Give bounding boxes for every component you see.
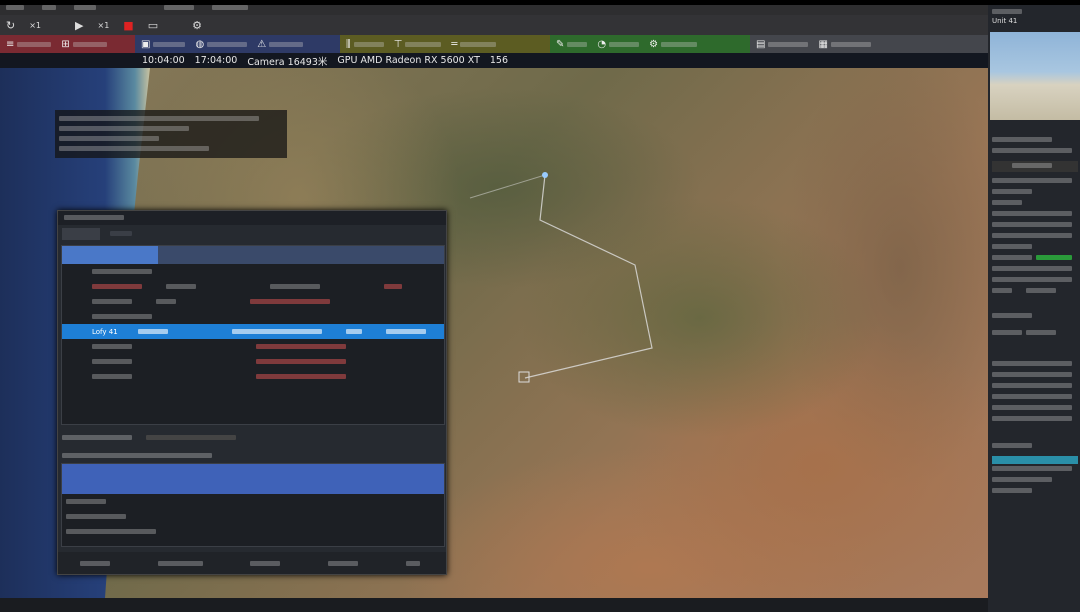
ribbon-button[interactable]: ⊞ <box>61 39 110 50</box>
dialog-button[interactable] <box>157 560 203 566</box>
unit-count: 156 <box>489 55 509 66</box>
panel-title: Unit 41 <box>992 17 1018 25</box>
table-header <box>62 246 444 264</box>
table-row-selected[interactable]: Lofy 41 <box>62 324 444 339</box>
ribbon-group-blue: ▣ ◍ ⚠ <box>135 35 340 53</box>
table-row[interactable] <box>62 509 444 524</box>
route-line <box>469 174 546 199</box>
ribbon-group-olive: ⫼ ⊤ ═ <box>340 35 550 53</box>
speed-label: ×1 <box>29 20 42 30</box>
dialog-button[interactable] <box>79 560 110 566</box>
progress-bar <box>992 456 1078 464</box>
panel-button[interactable] <box>992 288 1012 293</box>
ribbon-button[interactable]: ⚙ <box>649 39 701 50</box>
table-row[interactable] <box>62 339 444 354</box>
menu-item[interactable] <box>164 5 194 10</box>
panel-button[interactable] <box>1026 288 1056 293</box>
sim-toolbar: ↻ ×1 ▶ ×1 ■ ▭ ⚙ <box>0 15 988 35</box>
table-row[interactable] <box>62 279 444 294</box>
table-row[interactable] <box>62 309 444 324</box>
unit-detail-panel: Unit 41 <box>988 5 1080 612</box>
menu-item[interactable] <box>6 5 24 10</box>
table-row[interactable] <box>62 369 444 384</box>
list-icon: ≡ <box>6 38 15 50</box>
document-icon: ▤ <box>756 38 766 50</box>
ribbon-group-gray: ▤ ▦ <box>750 35 988 53</box>
network-icon: ⚠ <box>257 38 267 50</box>
ruler-icon: ═ <box>451 38 458 50</box>
ribbon-button[interactable]: ▣ <box>141 39 189 50</box>
sim-time: 10:04:00 <box>142 55 185 66</box>
unit-dialog: Lofy 41 <box>57 210 447 575</box>
dialog-title <box>58 211 446 225</box>
menu-item[interactable] <box>212 5 248 10</box>
ribbon-button[interactable]: ▤ <box>756 39 812 50</box>
unit-marker <box>542 172 548 178</box>
table-icon: ▦ <box>818 38 828 50</box>
dialog-button[interactable] <box>250 560 281 566</box>
chart-icon: ⫼ <box>346 38 351 50</box>
ribbon-button[interactable]: ◔ <box>597 39 643 50</box>
dialog-buttons <box>58 552 446 574</box>
ribbon-group-red: ≡ ⊞ <box>0 35 135 53</box>
bottom-bar <box>0 598 988 612</box>
ribbon-button[interactable]: ⊤ <box>394 39 446 50</box>
route-line <box>524 174 653 379</box>
play-icon[interactable]: ▶ <box>75 19 83 32</box>
panel-tab[interactable] <box>992 330 1022 335</box>
ribbon-button[interactable]: ≡ <box>6 39 55 50</box>
pie-icon: ◔ <box>597 38 607 50</box>
window-icon: ▣ <box>141 38 151 50</box>
ribbon-button[interactable]: ⫼ <box>346 39 388 50</box>
dialog-tab[interactable] <box>104 228 142 240</box>
table-row[interactable] <box>62 294 444 309</box>
table-row[interactable] <box>62 264 444 279</box>
dialog-button[interactable] <box>406 560 421 566</box>
pen-icon: ✎ <box>556 38 565 50</box>
grid-icon: ⊞ <box>61 38 70 50</box>
menu-bar <box>0 5 988 15</box>
ribbon-button[interactable]: ▦ <box>818 39 874 50</box>
dialog-tab[interactable] <box>62 228 100 240</box>
unit-photo <box>990 32 1080 120</box>
ribbon-button[interactable]: ═ <box>451 39 500 50</box>
table-row[interactable] <box>62 354 444 369</box>
monitor-icon[interactable]: ▭ <box>148 19 158 32</box>
table-row[interactable] <box>62 524 444 539</box>
unit-table: Lofy 41 <box>61 245 445 425</box>
unit-attributes <box>992 135 1078 497</box>
path-label <box>62 451 216 461</box>
settings-icon: ⚙ <box>649 38 659 50</box>
reset-icon[interactable]: ↻ <box>6 19 15 32</box>
filter-checkbox[interactable] <box>62 433 240 445</box>
panel-header <box>988 5 1080 16</box>
gpu-info: GPU AMD Radeon RX 5600 XT <box>337 55 480 66</box>
ribbon-button[interactable]: ⚠ <box>257 39 307 50</box>
speed-step-label[interactable]: ×1 <box>97 21 109 30</box>
panel-tab[interactable] <box>1026 330 1056 335</box>
ribbon-button[interactable]: ◍ <box>195 39 251 50</box>
local-time: 17:04:00 <box>194 55 238 66</box>
ribbon: ≡ ⊞ ▣ ◍ ⚠ ⫼ ⊤ ═ ✎ ◔ ⚙ ▤ ▦ <box>0 35 988 53</box>
dialog-button[interactable] <box>328 560 359 566</box>
filter-icon: ⊤ <box>393 38 403 50</box>
gear-icon[interactable]: ⚙ <box>192 19 202 32</box>
ribbon-group-green: ✎ ◔ ⚙ <box>550 35 750 53</box>
ribbon-button[interactable]: ✎ <box>556 39 591 50</box>
table-row[interactable] <box>62 494 444 509</box>
menu-item[interactable] <box>74 5 96 10</box>
camera-altitude: Camera 16493米 <box>247 56 328 68</box>
info-overlay <box>55 110 287 158</box>
stop-icon[interactable]: ■ <box>123 19 133 32</box>
menu-item[interactable] <box>42 5 56 10</box>
route-table <box>61 463 445 547</box>
fuel-bar <box>992 253 1078 264</box>
table-row-selected[interactable] <box>62 464 444 494</box>
globe-icon: ◍ <box>195 38 205 50</box>
status-bar: 10:04:00 17:04:00 Camera 16493米 GPU AMD … <box>0 53 988 68</box>
